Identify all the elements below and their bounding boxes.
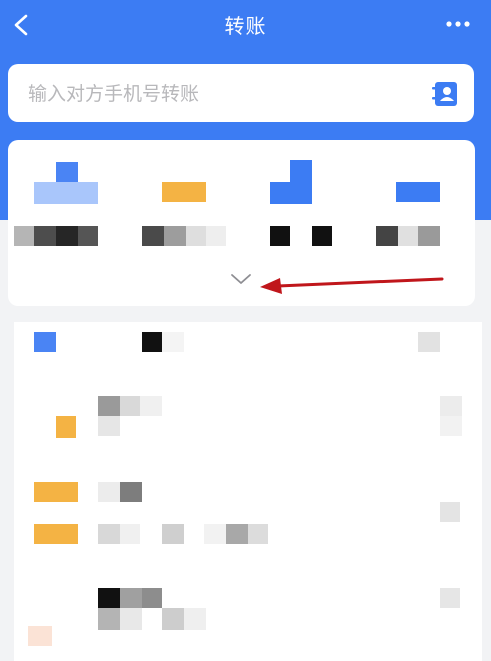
- list-text-redacted: [120, 396, 140, 416]
- list-text-redacted: [98, 416, 120, 436]
- list-text-redacted: [226, 524, 248, 544]
- list-text-redacted: [418, 332, 440, 352]
- list-text-redacted: [162, 332, 184, 352]
- list-text-redacted: [440, 416, 462, 436]
- shortcut-icon: [270, 182, 292, 204]
- list-text-redacted: [440, 588, 460, 608]
- shortcut-label-redacted: [376, 226, 398, 246]
- list-text-redacted: [142, 588, 162, 608]
- shortcut-icon: [162, 182, 206, 202]
- avatar: [56, 416, 76, 438]
- list-text-redacted: [120, 524, 140, 544]
- avatar: [34, 332, 56, 352]
- list-text-redacted: [248, 524, 268, 544]
- shortcut-label-redacted: [186, 226, 206, 246]
- more-horizontal-icon: [446, 21, 470, 27]
- avatar: [28, 626, 52, 646]
- list-text-redacted: [204, 524, 226, 544]
- list-text-redacted: [98, 608, 120, 630]
- shortcut-label-redacted: [312, 226, 332, 246]
- shortcut-label-redacted: [34, 226, 56, 246]
- list-item[interactable]: [14, 478, 482, 548]
- shortcut-label-redacted: [206, 226, 226, 246]
- shortcut-label-redacted: [142, 226, 164, 246]
- shortcut-label-redacted: [14, 226, 34, 246]
- annotation-arrow: [258, 268, 446, 294]
- avatar: [34, 524, 78, 544]
- list-text-redacted: [120, 482, 142, 502]
- list-text-redacted: [440, 502, 460, 522]
- shortcut-icon: [34, 182, 98, 204]
- shortcut-label-redacted: [398, 226, 418, 246]
- phone-number-input[interactable]: [26, 64, 410, 124]
- shortcut-icon: [290, 160, 312, 204]
- list-item[interactable]: [14, 392, 482, 452]
- shortcut-label-redacted: [418, 226, 440, 246]
- list-text-redacted: [142, 332, 162, 352]
- search-bar: [8, 64, 474, 124]
- list-text-redacted: [120, 588, 142, 608]
- list-text-redacted: [184, 608, 206, 630]
- shortcut-icon: [396, 182, 440, 202]
- more-button[interactable]: [443, 12, 473, 36]
- contact-book-icon: [432, 82, 457, 106]
- shortcut-label-redacted: [164, 226, 186, 246]
- list-item[interactable]: [14, 586, 482, 661]
- list-text-redacted: [440, 396, 462, 416]
- list-text-redacted: [162, 524, 184, 544]
- list-item[interactable]: [14, 322, 482, 382]
- contact-book-button[interactable]: [432, 80, 460, 108]
- list-text-redacted: [162, 608, 184, 630]
- page-title: 转账: [224, 14, 267, 38]
- list-text-redacted: [140, 396, 162, 416]
- list-text-redacted: [98, 482, 120, 502]
- avatar: [34, 482, 78, 502]
- shortcut-label-redacted: [270, 226, 290, 246]
- list-text-redacted: [120, 608, 142, 630]
- chevron-down-icon: [231, 274, 251, 284]
- list-text-redacted: [98, 524, 120, 544]
- top-bar: 转账: [0, 0, 491, 52]
- expand-button[interactable]: [228, 270, 254, 288]
- list-text-redacted: [98, 396, 120, 416]
- shortcut-label-redacted: [56, 226, 78, 246]
- shortcut-icon: [56, 162, 78, 184]
- list-text-redacted: [98, 588, 120, 608]
- shortcut-label-redacted: [78, 226, 98, 246]
